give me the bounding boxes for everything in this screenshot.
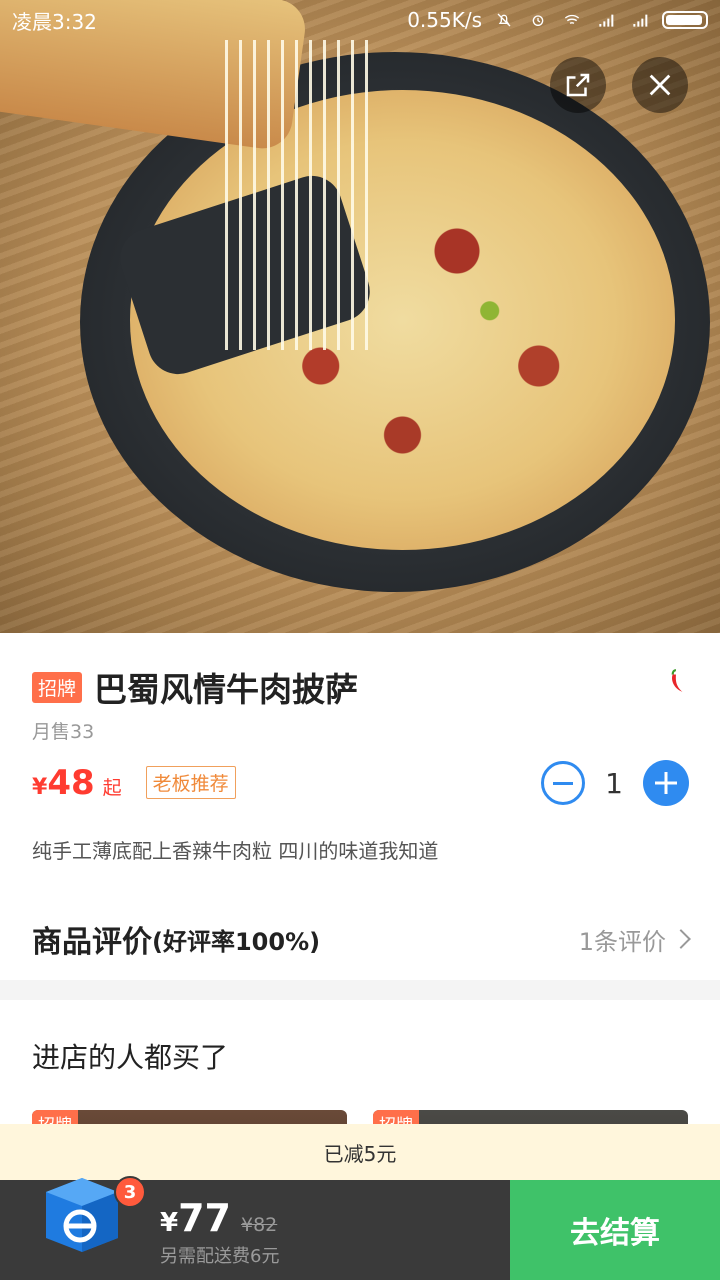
boss-recommend-tag: 老板推荐 [145,766,236,799]
review-count: 1条评价 [578,927,666,956]
status-bar: 凌晨3:32 0.55K/s [0,0,720,40]
signal-icon [599,14,614,27]
share-icon [566,73,590,97]
chevron-right-icon [671,929,691,949]
delivery-fee-note: 另需配送费6元 [160,1246,280,1267]
product-info: 招牌 巴蜀风情牛肉披萨 月售33 ¥ 48 起 老板推荐 1 纯手工薄底配上香辣… [0,633,720,980]
close-button[interactable] [632,57,688,113]
price-row: ¥ 48 起 老板推荐 [32,763,236,803]
cart-bar: 3 ¥ 77 ¥82 另需配送费6元 去结算 [0,1176,720,1280]
section-title: 进店的人都买了 [32,1041,229,1074]
quantity-stepper: 1 [541,760,689,806]
signal-icon-2 [633,14,648,27]
review-row[interactable]: 商品评价 (好评率100%) 1条评价 [0,899,720,979]
signature-badge: 招牌 [32,671,83,703]
checkout-button[interactable]: 去结算 [510,1180,720,1280]
cart-total-row: ¥ 77 ¥82 [160,1196,277,1240]
review-title: 商品评价 [32,925,152,960]
product-detail-screen: 凌晨3:32 0.55K/s 招牌 巴蜀风情牛肉披萨 月售33 ¥ 48 起 老… [0,0,720,1280]
cart-total: 77 [178,1196,231,1240]
total-currency: ¥ [160,1208,179,1238]
product-image: 凌晨3:32 0.55K/s [0,0,720,633]
monthly-sales: 月售33 [32,721,95,743]
cheese-strings [225,40,375,350]
battery-icon [662,11,708,29]
review-rate: (好评率100%) [152,927,321,956]
chili-icon [671,669,683,692]
alarm-icon [532,15,544,26]
status-icons: 0.55K/s [407,8,708,32]
original-price: ¥82 [240,1214,278,1236]
product-title: 巴蜀风情牛肉披萨 [94,670,359,709]
wifi-icon [564,14,580,24]
close-icon [649,74,671,96]
increase-button[interactable] [643,760,689,806]
product-description: 纯手工薄底配上香辣牛肉粒 四川的味道我知道 [32,839,439,863]
status-time: 凌晨3:32 [12,9,97,34]
mute-icon [497,13,511,27]
price-value: 48 [47,763,95,803]
cart-icon[interactable] [36,1168,128,1260]
price-currency: ¥ [32,775,48,800]
review-count-link[interactable]: 1条评价 [578,922,691,957]
title-row: 招牌 巴蜀风情牛肉披萨 [32,663,358,711]
share-button[interactable] [550,57,606,113]
cart-count-badge: 3 [114,1176,146,1208]
network-speed: 0.55K/s [407,8,482,32]
quantity-value: 1 [605,766,623,800]
price-suffix: 起 [102,777,122,799]
discount-text: 已减5元 [323,1141,397,1166]
decrease-button[interactable] [541,761,585,805]
